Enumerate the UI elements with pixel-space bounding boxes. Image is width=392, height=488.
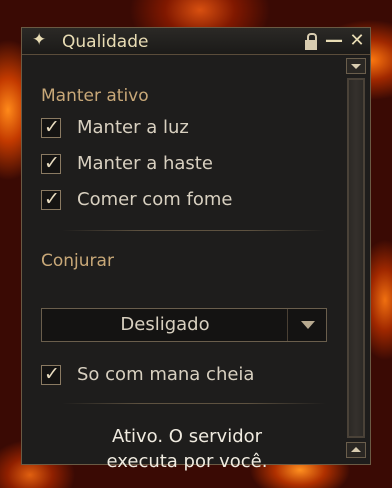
full-mana-label: So com mana cheia	[77, 364, 255, 385]
title-bar[interactable]: ✦ Qualidade — ✕	[22, 28, 370, 55]
scroll-up-button[interactable]	[346, 58, 366, 74]
minimize-icon[interactable]: —	[325, 31, 343, 51]
check-icon: ✓	[44, 188, 60, 210]
window-title: Qualidade	[62, 32, 149, 52]
divider	[62, 230, 326, 231]
keep-rod-checkbox[interactable]: ✓	[41, 152, 61, 174]
scrollbar[interactable]	[346, 58, 366, 458]
status-line-1: Ativo. O servidor	[111, 426, 263, 447]
keep-active-heading: Manter ativo	[41, 86, 149, 106]
star-icon: ✦	[32, 30, 47, 50]
conjure-heading: Conjurar	[41, 251, 114, 271]
conjure-select-value: Desligado	[120, 314, 210, 335]
check-icon: ✓	[44, 152, 60, 174]
chevron-down-icon	[301, 321, 315, 329]
eat-when-hungry-label: Comer com fome	[77, 189, 233, 210]
keep-light-label: Manter a luz	[77, 117, 189, 138]
status-line-2: executa por você.	[106, 451, 268, 472]
check-icon: ✓	[44, 116, 60, 138]
quality-window: ✦ Qualidade — ✕ Manter ativo ✓ Manter a …	[21, 27, 371, 472]
window-content: Manter ativo ✓ Manter a luz ✓ Manter a h…	[22, 55, 342, 472]
status-text: Ativo. O servidor executa por você.	[42, 424, 332, 474]
divider	[62, 403, 326, 404]
eat-when-hungry-checkbox[interactable]: ✓	[41, 188, 61, 210]
close-icon[interactable]: ✕	[348, 31, 366, 51]
keep-light-checkbox[interactable]: ✓	[41, 116, 61, 138]
lock-icon[interactable]	[302, 31, 320, 51]
full-mana-checkbox[interactable]: ✓	[41, 363, 61, 385]
conjure-select[interactable]: Desligado	[41, 308, 327, 342]
dropdown-button[interactable]	[287, 309, 326, 341]
check-icon: ✓	[44, 363, 60, 385]
scroll-thumb[interactable]	[347, 78, 365, 438]
scroll-down-button[interactable]	[346, 442, 366, 458]
arrow-down-icon	[351, 64, 361, 69]
keep-rod-label: Manter a haste	[77, 153, 213, 174]
arrow-up-icon	[351, 447, 361, 452]
